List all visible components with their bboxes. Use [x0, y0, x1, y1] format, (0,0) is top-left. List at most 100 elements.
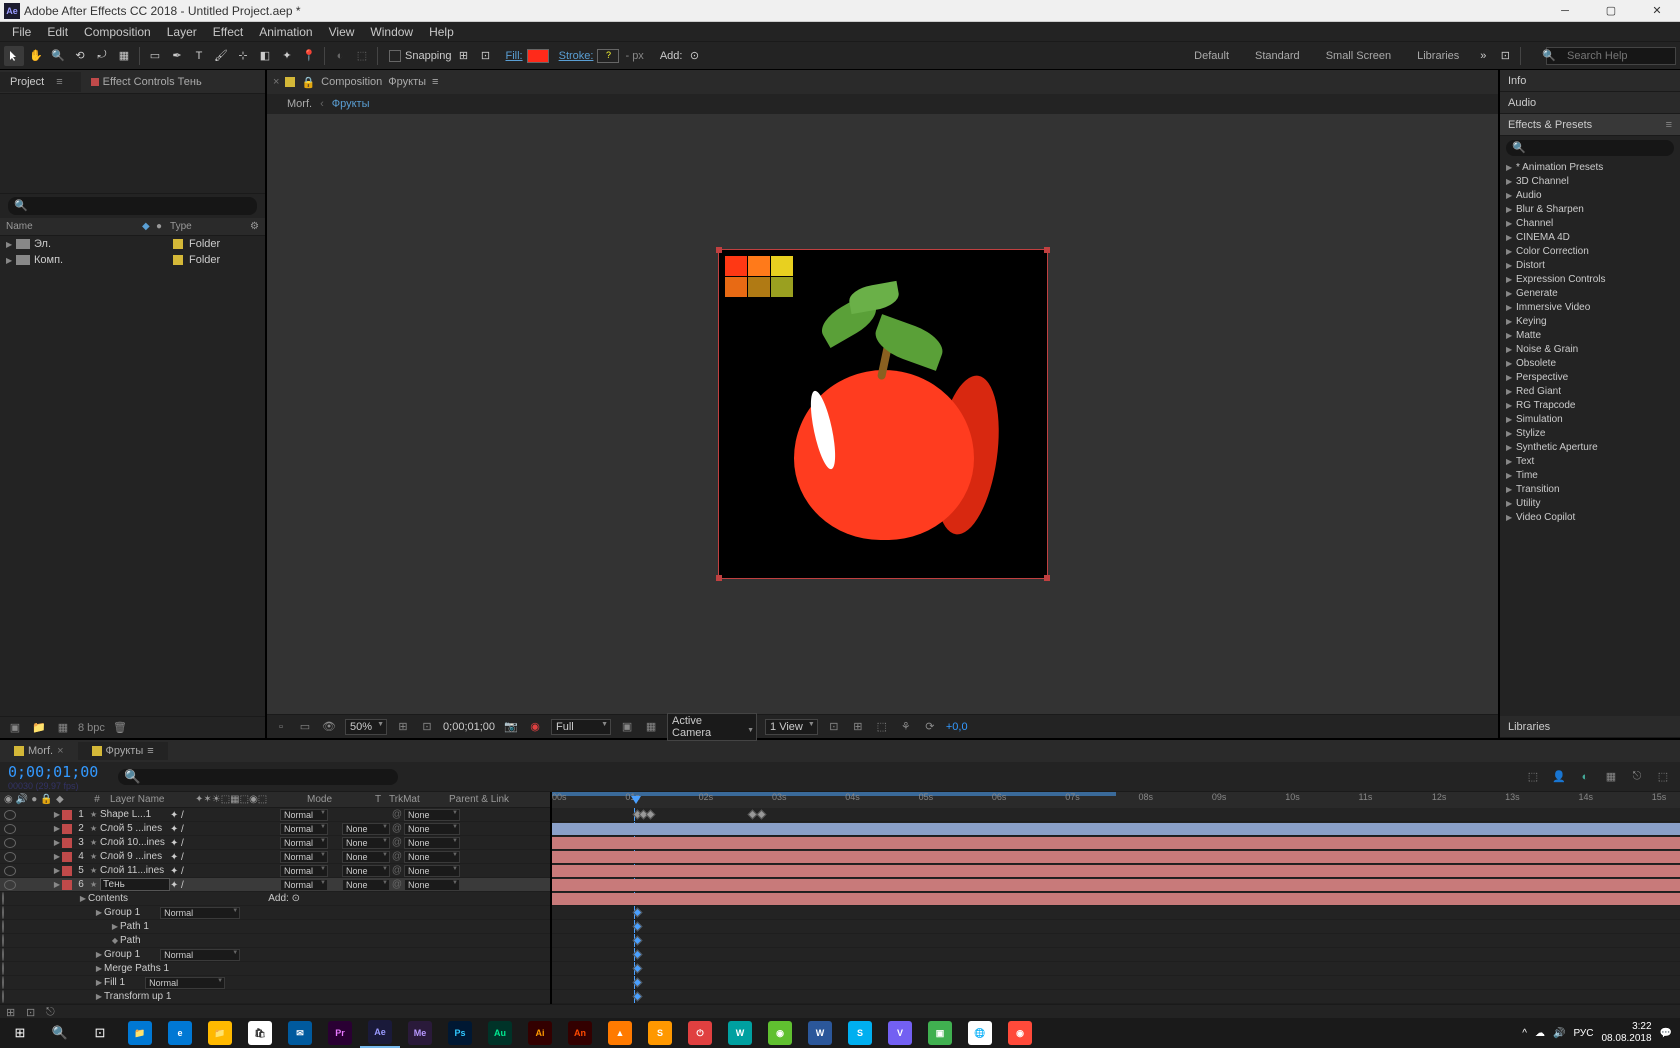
bc-item[interactable]: Morf. [287, 98, 312, 110]
info-panel-head[interactable]: Info [1500, 70, 1680, 92]
layer-property[interactable]: ▶Path 1 [0, 920, 550, 934]
app-audition[interactable]: Au [480, 1018, 520, 1048]
app-sublime[interactable]: S [640, 1018, 680, 1048]
toggle-parent[interactable]: ⎋ [46, 1006, 60, 1018]
layer-row[interactable]: ▶2★Слой 5 ...ines✦/NormalNone@None [0, 822, 550, 836]
view-dropdown[interactable]: 1 View [765, 719, 818, 735]
app-animate[interactable]: An [560, 1018, 600, 1048]
start-button[interactable]: ⊞ [0, 1018, 40, 1048]
project-tab[interactable]: Project ≡ [0, 72, 81, 92]
menu-edit[interactable]: Edit [39, 23, 76, 41]
app-edge[interactable]: e [160, 1018, 200, 1048]
lock-icon[interactable]: 🔒 [301, 76, 315, 89]
menu-layer[interactable]: Layer [159, 23, 205, 41]
ep-category[interactable]: ▶CINEMA 4D [1500, 230, 1680, 244]
menu-help[interactable]: Help [421, 23, 462, 41]
close-button[interactable]: ✕ [1634, 0, 1680, 22]
timeline-tab[interactable]: Фрукты≡ [78, 742, 168, 760]
ep-category[interactable]: ▶3D Channel [1500, 174, 1680, 188]
tl-comp-btn[interactable]: ⬚ [1524, 768, 1542, 786]
v3[interactable]: ⬚ [874, 719, 890, 735]
bc-item[interactable]: Фрукты [332, 98, 370, 110]
maximize-button[interactable]: ▢ [1588, 0, 1634, 22]
tray-lang[interactable]: РУС [1573, 1028, 1593, 1039]
ep-category[interactable]: ▶Stylize [1500, 426, 1680, 440]
fill-swatch[interactable] [527, 49, 549, 63]
app-skype[interactable]: S [840, 1018, 880, 1048]
stroke-label[interactable]: Stroke: [559, 50, 594, 62]
fill-label[interactable]: Fill: [506, 50, 523, 62]
ws-libraries[interactable]: Libraries [1405, 50, 1471, 62]
zoom-tool[interactable]: 🔍 [48, 46, 68, 66]
ep-category[interactable]: ▶Color Correction [1500, 244, 1680, 258]
add-menu[interactable]: ⊙ [684, 46, 704, 66]
ep-category[interactable]: ▶Generate [1500, 286, 1680, 300]
v1[interactable]: ⊡ [826, 719, 842, 735]
hand-tool[interactable]: ✋ [26, 46, 46, 66]
anchor-tool[interactable]: ◐ [330, 46, 350, 66]
ep-search[interactable] [1506, 140, 1674, 156]
camera-dropdown[interactable]: Active Camera [667, 713, 757, 741]
app-explorer[interactable]: 📁 [200, 1018, 240, 1048]
selection-tool[interactable] [4, 46, 24, 66]
tl-mblur-btn[interactable]: ⬚ [1654, 768, 1672, 786]
timeline-search[interactable] [118, 769, 398, 785]
app-generic-4[interactable]: ▣ [920, 1018, 960, 1048]
app-toggl[interactable]: ⏻ [680, 1018, 720, 1048]
libraries-panel-head[interactable]: Libraries [1500, 716, 1680, 738]
layer-row[interactable]: ▶4★Слой 9 ...ines✦/NormalNone@None [0, 850, 550, 864]
layer-row[interactable]: ▶5★Слой 11...ines✦/NormalNone@None [0, 864, 550, 878]
tray-cloud[interactable]: ☁ [1535, 1028, 1545, 1039]
layer-row[interactable]: ▶1★Shape L...1✦/Normal@None [0, 808, 550, 822]
minimize-button[interactable]: ─ [1542, 0, 1588, 22]
canvas[interactable] [718, 249, 1048, 579]
app-media-encoder[interactable]: Me [400, 1018, 440, 1048]
transp-btn[interactable]: ▦ [643, 719, 659, 735]
tl-shy-btn[interactable]: 👤 [1550, 768, 1568, 786]
ep-category[interactable]: ▶Matte [1500, 328, 1680, 342]
app-generic-2[interactable]: W [720, 1018, 760, 1048]
ep-category[interactable]: ▶Obsolete [1500, 356, 1680, 370]
layer-property[interactable]: ▶Transform up 1 [0, 990, 550, 1004]
menu-window[interactable]: Window [362, 23, 421, 41]
ep-category[interactable]: ▶Synthetic Aperture [1500, 440, 1680, 454]
menu-composition[interactable]: Composition [76, 23, 159, 41]
app-viber[interactable]: V [880, 1018, 920, 1048]
zoom-dropdown[interactable]: 50% [345, 719, 387, 735]
ep-category[interactable]: ▶RG Trapcode [1500, 398, 1680, 412]
toggle-switches[interactable]: ⊞ [6, 1006, 20, 1018]
app-word[interactable]: W [800, 1018, 840, 1048]
comp-name-link[interactable]: Фрукты [388, 76, 426, 88]
project-search[interactable] [8, 197, 257, 215]
app-generic-1[interactable]: ▲ [600, 1018, 640, 1048]
roi-btn[interactable]: ▣ [619, 719, 635, 735]
v2[interactable]: ⊞ [850, 719, 866, 735]
current-time[interactable]: 0;00;01;00 [443, 721, 495, 733]
v4[interactable]: ⚘ [898, 719, 914, 735]
orbit-tool[interactable]: ⟲ [70, 46, 90, 66]
audio-panel-head[interactable]: Audio [1500, 92, 1680, 114]
ep-category[interactable]: ▶Time [1500, 468, 1680, 482]
app-illustrator[interactable]: Ai [520, 1018, 560, 1048]
menu-view[interactable]: View [321, 23, 363, 41]
tray-net[interactable]: 🔊 [1553, 1028, 1565, 1039]
menu-file[interactable]: File [4, 23, 39, 41]
ws-standard[interactable]: Standard [1243, 50, 1312, 62]
camera-tool[interactable]: ▦ [114, 46, 134, 66]
app-premiere[interactable]: Pr [320, 1018, 360, 1048]
ep-category[interactable]: ▶Utility [1500, 496, 1680, 510]
tl-graph-btn[interactable]: ⎋ [1628, 768, 1646, 786]
tl-frame-btn[interactable]: ▦ [1602, 768, 1620, 786]
app-generic-3[interactable]: ◉ [760, 1018, 800, 1048]
menu-animation[interactable]: Animation [251, 23, 320, 41]
ep-category[interactable]: ▶Perspective [1500, 370, 1680, 384]
snapshot-btn[interactable]: 📷 [503, 719, 519, 735]
effects-presets-head[interactable]: Effects & Presets≡ [1500, 114, 1680, 136]
layer-property[interactable]: ▶Group 1Normal [0, 906, 550, 920]
layer-row[interactable]: ▶3★Слой 10...ines✦/NormalNone@None [0, 836, 550, 850]
stroke-swatch[interactable]: ? [597, 49, 619, 63]
pen-tool[interactable]: ✒ [167, 46, 187, 66]
task-view[interactable]: ⊡ [80, 1018, 120, 1048]
app-store[interactable]: 🛍 [240, 1018, 280, 1048]
app-after-effects[interactable]: Ae [360, 1018, 400, 1048]
